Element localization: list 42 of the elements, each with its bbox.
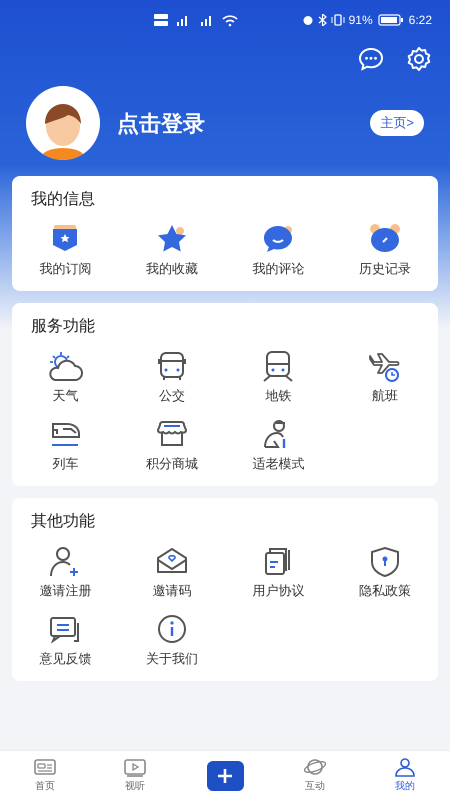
tab-item[interactable]: 我的 <box>393 757 417 794</box>
person-icon <box>393 757 417 777</box>
home-button[interactable]: 主页> <box>370 110 424 136</box>
tab-item[interactable]: 互动 <box>303 757 327 794</box>
vibrate-icon <box>330 14 345 26</box>
planet-icon <box>303 757 327 777</box>
battery-percentage: 91% <box>348 12 373 29</box>
battery-icon <box>378 14 404 26</box>
alarm-icon <box>302 14 314 26</box>
section-title: 我的信息 <box>30 190 96 210</box>
chat-bubble-icon <box>358 47 384 71</box>
login-link[interactable]: 点击登录 <box>117 106 370 140</box>
feature-item[interactable]: 历史记录 <box>332 220 438 280</box>
bluetooth-icon <box>318 14 327 26</box>
video-icon <box>123 757 147 777</box>
feature-item[interactable]: 隐私政策 <box>332 542 438 602</box>
feature-item[interactable]: 我的评论 <box>225 220 332 280</box>
add-button[interactable] <box>206 760 244 790</box>
feature-item[interactable]: 列车 <box>12 415 118 476</box>
settings-icon <box>406 46 432 72</box>
message-button[interactable] <box>358 47 384 71</box>
clock-time: 6:22 <box>408 12 432 29</box>
feature-item[interactable]: 关于我们 <box>118 610 225 670</box>
section-title: 服务功能 <box>30 316 96 336</box>
section-title: 其他功能 <box>30 512 96 532</box>
tab-item[interactable]: 首页 <box>33 757 57 794</box>
feature-item[interactable]: 用户协议 <box>225 542 332 602</box>
feature-item[interactable]: 公交 <box>118 346 225 407</box>
feature-item[interactable]: 地铁 <box>225 346 332 407</box>
feature-item[interactable]: 天气 <box>12 346 118 407</box>
tab-item[interactable]: 视听 <box>123 757 147 794</box>
feature-item[interactable]: 适老模式 <box>225 415 332 476</box>
feature-item[interactable]: 邀请注册 <box>12 542 118 602</box>
feature-item[interactable]: 航班 <box>332 346 438 407</box>
settings-button[interactable] <box>406 46 432 72</box>
news-icon <box>33 757 57 777</box>
feature-item[interactable]: 积分商城 <box>118 415 225 476</box>
feature-item[interactable]: 邀请码 <box>118 542 225 602</box>
feature-item[interactable]: 我的收藏 <box>118 220 225 280</box>
feature-item[interactable]: 意见反馈 <box>12 610 118 670</box>
feature-item[interactable]: 我的订阅 <box>12 220 118 280</box>
plus-icon <box>217 768 233 784</box>
